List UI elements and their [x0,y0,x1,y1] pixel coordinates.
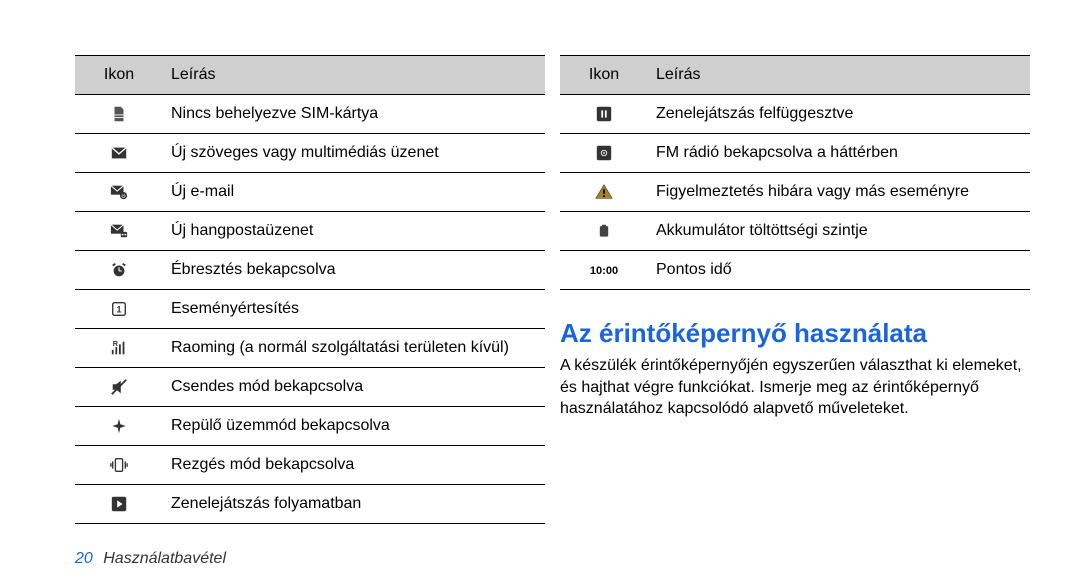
header-icon: Ikon [75,56,163,95]
pause-icon [560,95,648,134]
alarm-icon [75,251,163,290]
cell-desc: Pontos idő [648,251,1030,290]
icon-table-right: Ikon Leírás Zenelejátszás felfüggesztve … [560,55,1030,290]
cell-desc: Eseményértesítés [163,290,545,329]
cell-desc: FM rádió bekapcsolva a háttérben [648,134,1030,173]
header-desc: Leírás [163,56,545,95]
table-row: Rezgés mód bekapcsolva [75,446,545,485]
table-row: Zenelejátszás felfüggesztve [560,95,1030,134]
table-row: Zenelejátszás folyamatban [75,485,545,524]
section-heading: Az érintőképernyő használata [560,318,1030,349]
battery-icon [560,212,648,251]
sim-icon [75,95,163,134]
table-row: Figyelmeztetés hibára vagy más eseményre [560,173,1030,212]
cell-desc: Repülő üzemmód bekapcsolva [163,407,545,446]
cell-desc: Csendes mód bekapcsolva [163,368,545,407]
table-header-row: Ikon Leírás [560,56,1030,95]
radio-icon [560,134,648,173]
table-row: 1 Eseményértesítés [75,290,545,329]
icon-table-left: Ikon Leírás Nincs behelyezve SIM-kártya … [75,55,545,524]
svg-text:@: @ [121,193,126,198]
table-row: 10:00 Pontos idő [560,251,1030,290]
svg-text:1: 1 [116,305,121,315]
table-row: Csendes mód bekapcsolva [75,368,545,407]
warning-icon [560,173,648,212]
email-icon: @ [75,173,163,212]
table-row: Nincs behelyezve SIM-kártya [75,95,545,134]
vibrate-icon [75,446,163,485]
roaming-icon: R [75,329,163,368]
table-row: Új hangpostaüzenet [75,212,545,251]
svg-text:R: R [113,339,119,348]
cell-desc: Ébresztés bekapcsolva [163,251,545,290]
table-header-row: Ikon Leírás [75,56,545,95]
page-number: 20 [75,550,93,567]
cell-desc: Nincs behelyezve SIM-kártya [163,95,545,134]
silent-icon [75,368,163,407]
table-row: R Raoming (a normál szolgáltatási terüle… [75,329,545,368]
cell-desc: Figyelmeztetés hibára vagy más eseményre [648,173,1030,212]
header-icon: Ikon [560,56,648,95]
cell-desc: Zenelejátszás felfüggesztve [648,95,1030,134]
sms-icon [75,134,163,173]
table-row: @ Új e-mail [75,173,545,212]
table-row: Új szöveges vagy multimédiás üzenet [75,134,545,173]
header-desc: Leírás [648,56,1030,95]
cell-desc: Új hangpostaüzenet [163,212,545,251]
table-row: FM rádió bekapcsolva a háttérben [560,134,1030,173]
cell-desc: Új szöveges vagy multimédiás üzenet [163,134,545,173]
section-body-text: A készülék érintőképernyőjén egyszerűen … [560,355,1030,420]
voicemail-icon [75,212,163,251]
manual-page: Ikon Leírás Nincs behelyezve SIM-kártya … [0,0,1080,586]
table-row: Ébresztés bekapcsolva [75,251,545,290]
time-icon: 10:00 [560,251,648,290]
cell-desc: Raoming (a normál szolgáltatási területe… [163,329,545,368]
cell-desc: Zenelejátszás folyamatban [163,485,545,524]
right-column: Ikon Leírás Zenelejátszás felfüggesztve … [560,55,1030,420]
table-row: Repülő üzemmód bekapcsolva [75,407,545,446]
left-column: Ikon Leírás Nincs behelyezve SIM-kártya … [75,55,545,524]
footer-section-name: Használatbavétel [103,550,226,567]
event-icon: 1 [75,290,163,329]
cell-desc: Akkumulátor töltöttségi szintje [648,212,1030,251]
table-row: Akkumulátor töltöttségi szintje [560,212,1030,251]
cell-desc: Új e-mail [163,173,545,212]
play-icon [75,485,163,524]
flight-mode-icon [75,407,163,446]
cell-desc: Rezgés mód bekapcsolva [163,446,545,485]
page-footer: 20 Használatbavétel [75,550,226,568]
